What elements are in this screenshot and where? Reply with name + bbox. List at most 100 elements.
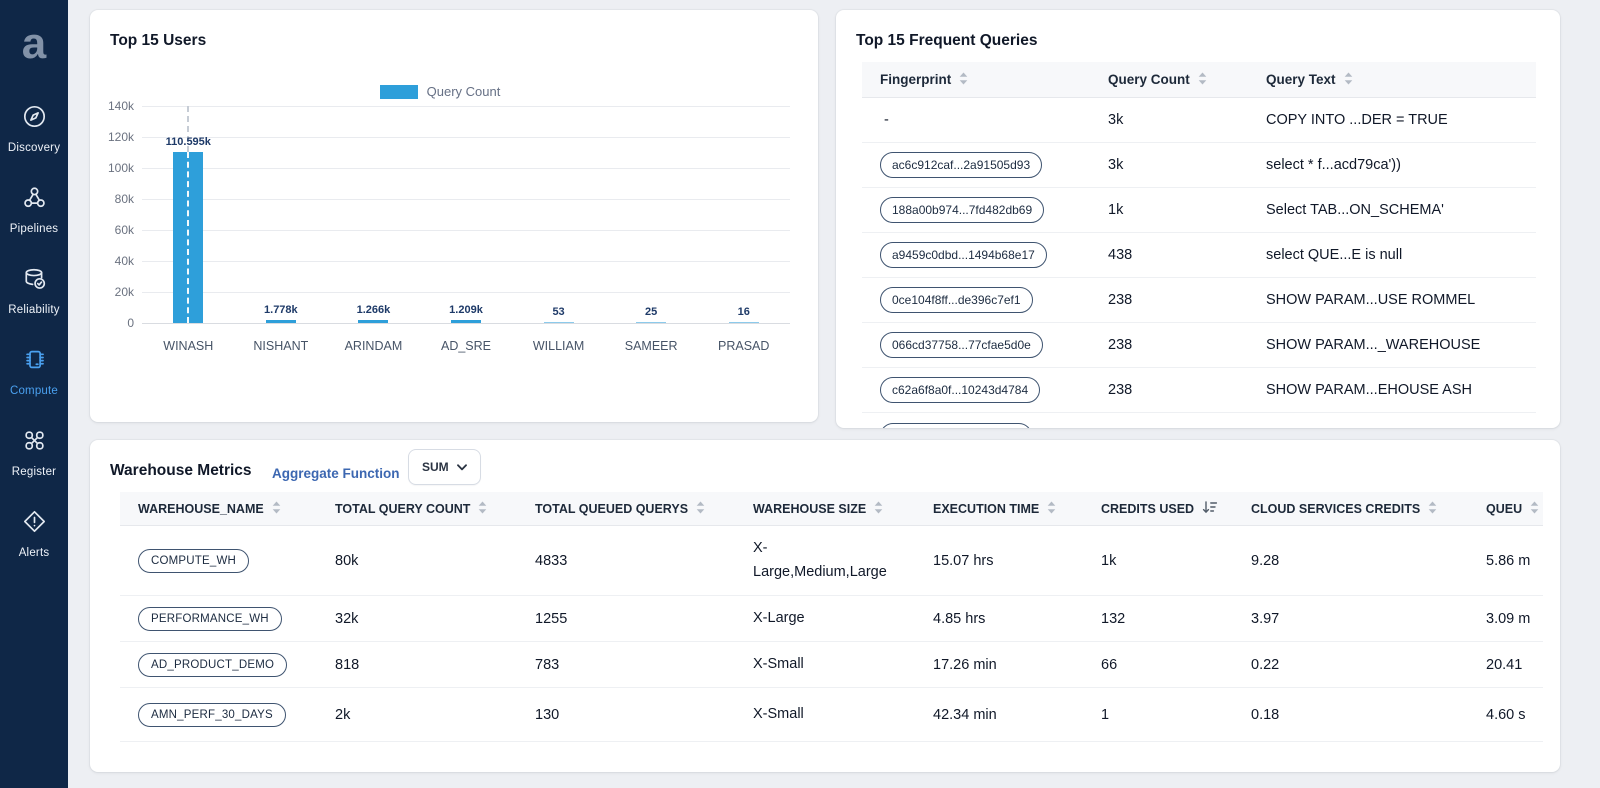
y-axis-tick: 100k: [107, 161, 134, 175]
column-header[interactable]: Query Count: [1090, 72, 1248, 88]
column-header-label: CLOUD SERVICES CREDITS: [1251, 501, 1421, 516]
chart-bar-nishant[interactable]: [265, 320, 296, 323]
total-query-count-cell: 32k: [335, 610, 359, 627]
chart-bar-william[interactable]: [543, 322, 574, 323]
column-header[interactable]: CLOUD SERVICES CREDITS: [1233, 501, 1468, 517]
fingerprint-pill[interactable]: 066cd37758...77cfae5d0e: [880, 332, 1043, 358]
sidebar-item-discovery[interactable]: Discovery: [0, 88, 68, 169]
warehouse-name-pill[interactable]: COMPUTE_WH: [138, 548, 250, 573]
queued-cell: 4.60 s: [1486, 706, 1526, 723]
fingerprint-cell: c62a6f8a0f...10243d4784: [862, 377, 1090, 403]
column-header[interactable]: TOTAL QUERY COUNT: [317, 501, 517, 517]
fingerprint-pill[interactable]: 0ce104f8ff...de396c7ef1: [880, 287, 1033, 313]
sidebar-item-alerts[interactable]: Alerts: [0, 493, 68, 574]
query-count-cell: 3k: [1108, 157, 1124, 173]
sidebar-item-compute[interactable]: Compute: [0, 331, 68, 412]
sidebar-item-label: Register: [11, 466, 57, 478]
fingerprint-cell: 188a00b974...7fd482db69: [862, 197, 1090, 223]
sidebar-item-label: Pipelines: [9, 223, 59, 235]
column-header[interactable]: Fingerprint: [862, 72, 1090, 88]
column-header[interactable]: QUEU: [1468, 501, 1543, 517]
sort-icon: [272, 501, 281, 517]
warehouse-table: WAREHOUSE_NAME TOTAL QUERY COUNT TOTAL QUE…: [120, 492, 1543, 742]
sort-icon: [1344, 72, 1353, 88]
query-count-cell: 438: [1108, 247, 1133, 263]
chart-bar-prasad[interactable]: [728, 322, 759, 323]
fingerprint-pill[interactable]: c62a6f8a0f...10243d4784: [880, 377, 1041, 403]
column-header[interactable]: WAREHOUSE SIZE: [735, 501, 915, 517]
x-axis-tick: ARINDAM: [344, 339, 403, 353]
column-header[interactable]: TOTAL QUEUED QUERYS: [517, 501, 735, 517]
chip-icon: [21, 346, 48, 378]
query-count-cell: 238: [1108, 292, 1133, 308]
query-count-cell: 1k: [1108, 202, 1124, 218]
aggregate-function-dropdown[interactable]: SUM: [408, 449, 481, 485]
bar-value-label: 1.778k: [264, 304, 298, 316]
bar-value-label: 25: [645, 306, 658, 318]
sort-icon: [1428, 501, 1437, 517]
query-text-cell: SHOW PARAM...USE ROMMEL: [1266, 292, 1476, 308]
warehouse-name-pill[interactable]: PERFORMANCE_WH: [138, 606, 282, 631]
fingerprint-pill[interactable]: a9459c0dbd...1494b68e17: [880, 242, 1047, 268]
warehouse-name-pill[interactable]: AMN_PERF_30_DAYS: [138, 702, 286, 727]
grid-line: [142, 137, 790, 138]
queued-cell: 5.86 m: [1486, 552, 1531, 569]
chart-bar-sameer[interactable]: [636, 322, 667, 323]
execution-time-cell: 17.26 min: [933, 656, 997, 673]
fingerprint-cell: 066cd37758...77cfae5d0e: [862, 332, 1090, 358]
warehouse-table-header: WAREHOUSE_NAME TOTAL QUERY COUNT TOTAL QUE…: [120, 492, 1543, 526]
sort-icon: [1530, 501, 1539, 517]
register-nodes-icon: [21, 427, 48, 459]
grid-line: [142, 199, 790, 200]
frequent-queries-card: Top 15 Frequent Queries Fingerprint Query…: [836, 10, 1560, 428]
column-header-label: TOTAL QUERY COUNT: [335, 501, 471, 516]
execution-time-cell: 42.34 min: [933, 706, 997, 723]
database-check-icon: [21, 265, 48, 297]
aggregate-selected-value: SUM: [422, 460, 449, 474]
warehouse-metrics-card: Warehouse Metrics Aggregate Function SUM…: [90, 440, 1560, 772]
table-row: AMN_PERF_30_DAYS 2k 130 X-Small 42.34 min 1 0.…: [120, 688, 1543, 742]
total-query-count-cell: 818: [335, 656, 360, 673]
chart-bar-ad_sre[interactable]: [451, 320, 481, 323]
x-axis-tick: WILLIAM: [532, 339, 585, 353]
queries-table: Fingerprint Query Count Query Text - 3k COPY…: [862, 62, 1536, 428]
chart-bar-arindam[interactable]: [358, 320, 389, 323]
sidebar-item-pipelines[interactable]: Pipelines: [0, 169, 68, 250]
bar-value-label: 110.595k: [165, 136, 211, 148]
fingerprint-pill[interactable]: ac6c912caf...2a91505d93: [880, 152, 1043, 178]
x-axis-tick: NISHANT: [253, 339, 309, 353]
column-header[interactable]: EXECUTION TIME: [915, 501, 1083, 517]
app-logo[interactable]: a: [0, 0, 68, 88]
column-header-label: Fingerprint: [880, 72, 952, 87]
fingerprint-pill[interactable]: 188a00b974...7fd482db69: [880, 197, 1045, 223]
fingerprint-pill[interactable]: [880, 423, 1032, 428]
execution-time-cell: 15.07 hrs: [933, 552, 994, 569]
x-axis-tick: WINASH: [163, 339, 214, 353]
grid-line: [142, 292, 790, 293]
credits-used-cell: 1k: [1101, 552, 1117, 569]
warehouse-name-pill[interactable]: AD_PRODUCT_DEMO: [138, 652, 288, 677]
table-row: c62a6f8a0f...10243d4784 238 SHOW PARAM...E…: [862, 368, 1536, 413]
grid-line: [142, 230, 790, 231]
y-axis-tick: 60k: [114, 223, 134, 237]
sidebar-item-label: Compute: [9, 385, 59, 397]
y-axis-tick: 0: [127, 316, 134, 330]
column-header[interactable]: CREDITS USED: [1083, 500, 1233, 517]
table-row: ac6c912caf...2a91505d93 3k select * f...ac…: [862, 143, 1536, 188]
grid-line: [142, 168, 790, 169]
warehouse-size-cell: X-Small: [753, 655, 804, 672]
warehouse-name-cell: AMN_PERF_30_DAYS: [120, 702, 317, 727]
column-header[interactable]: WAREHOUSE_NAME: [120, 501, 317, 517]
sidebar-item-register[interactable]: Register: [0, 412, 68, 493]
table-row: PERFORMANCE_WH 32k 1255 X-Large 4.85 hrs 132 3…: [120, 596, 1543, 642]
table-row: a9459c0dbd...1494b68e17 438 select QUE...E…: [862, 233, 1536, 278]
column-header-label: TOTAL QUEUED QUERYS: [535, 501, 689, 516]
column-header-label: WAREHOUSE SIZE: [753, 501, 867, 516]
table-row: 0ce104f8ff...de396c7ef1 238 SHOW PARAM...U…: [862, 278, 1536, 323]
sidebar-item-label: Discovery: [7, 142, 61, 154]
sidebar-item-reliability[interactable]: Reliability: [0, 250, 68, 331]
table-row: - 3k COPY INTO ...DER = TRUE: [862, 98, 1536, 143]
total-queued-querys-cell: 130: [535, 706, 560, 723]
column-header[interactable]: Query Text: [1248, 72, 1536, 88]
column-header-label: Query Text: [1266, 72, 1336, 87]
